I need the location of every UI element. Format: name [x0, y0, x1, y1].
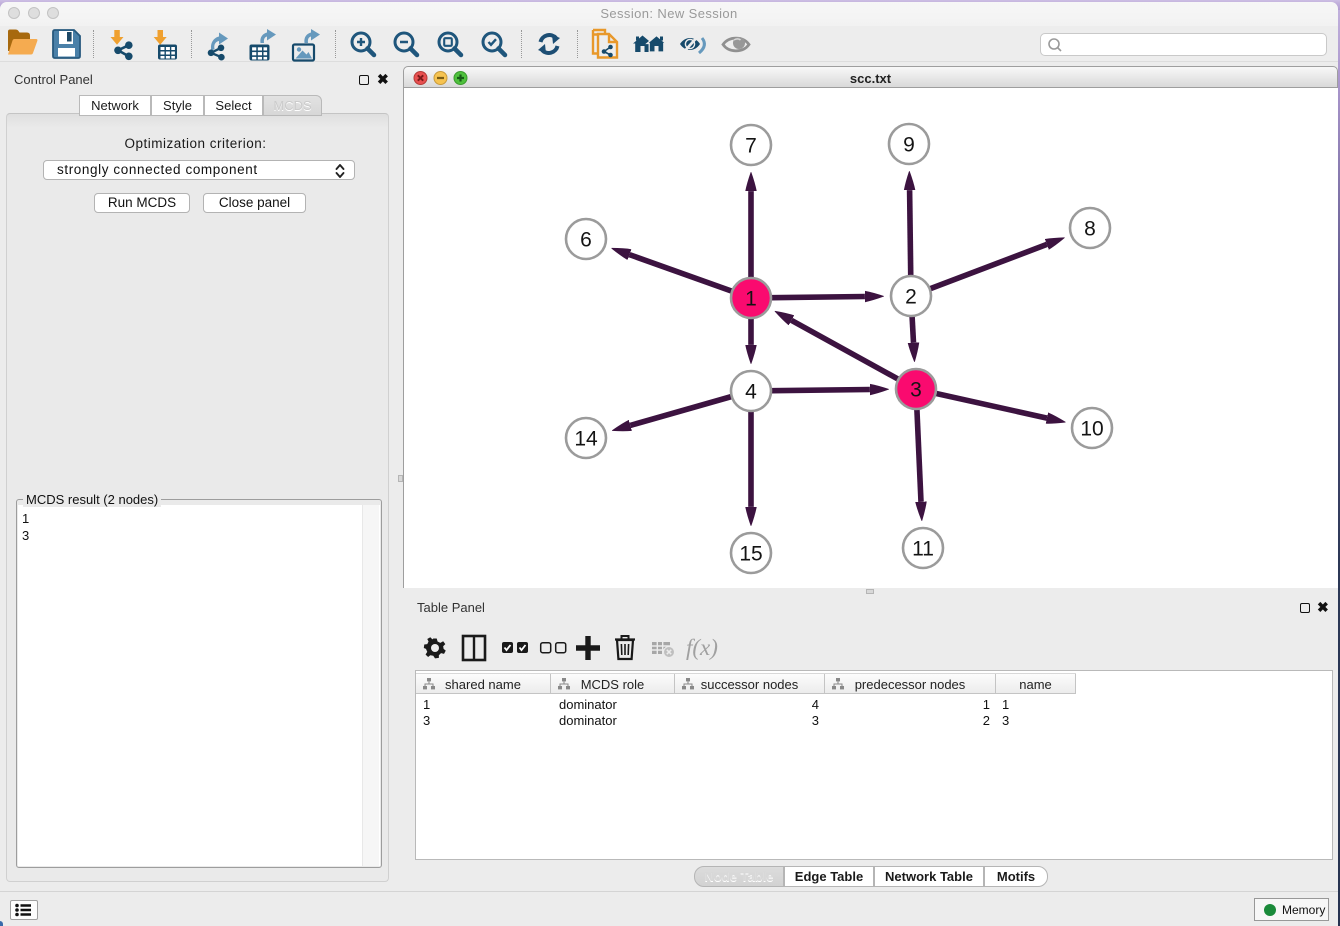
svg-text:3: 3 — [910, 379, 922, 402]
svg-text:2: 2 — [905, 286, 917, 309]
svg-text:6: 6 — [580, 229, 592, 252]
svg-text:11: 11 — [912, 538, 934, 561]
svg-text:8: 8 — [1084, 218, 1096, 241]
svg-text:15: 15 — [739, 543, 762, 566]
svg-text:4: 4 — [745, 381, 757, 404]
svg-text:10: 10 — [1080, 418, 1103, 441]
svg-text:f(x): f(x) — [686, 635, 718, 660]
svg-text:9: 9 — [903, 134, 915, 157]
svg-text:1: 1 — [745, 288, 757, 311]
svg-text:7: 7 — [745, 135, 757, 158]
svg-text:14: 14 — [574, 428, 598, 451]
